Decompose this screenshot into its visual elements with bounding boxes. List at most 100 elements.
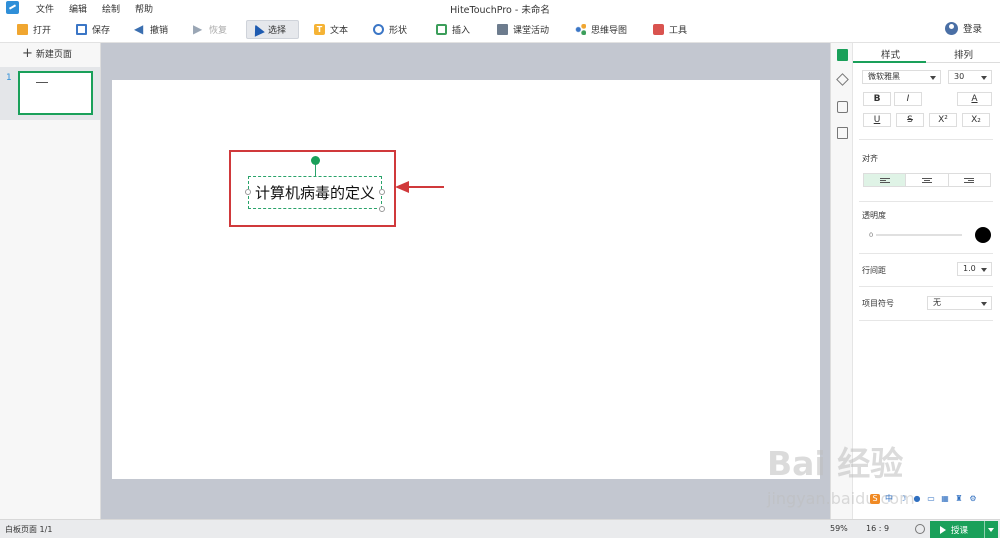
gear-icon[interactable]: ⚙ [968, 494, 978, 504]
new-page-button[interactable]: + 新建页面 [22, 47, 72, 61]
undo-button[interactable]: ◀ 撤销 [129, 20, 173, 39]
resize-handle-bottom-right[interactable] [379, 206, 385, 212]
user-icon [944, 21, 958, 35]
grid-icon[interactable]: ▦ [940, 494, 950, 504]
chevron-down-icon [981, 268, 987, 272]
undo-label: 撤销 [150, 26, 169, 36]
properties-panel: 样式 排列 微软雅黑 30 B I A U S X² X₂ 对齐 透明度 0 行… [853, 43, 1000, 519]
shirt-icon[interactable]: ♜ [954, 494, 964, 504]
canvas-area: 计算机病毒的定义 [101, 43, 830, 519]
resize-handle-left[interactable] [245, 189, 251, 195]
align-center-button[interactable] [906, 174, 949, 186]
chevron-down-icon[interactable] [988, 528, 994, 532]
opacity-label: 透明度 [862, 211, 886, 220]
opacity-slider[interactable] [876, 234, 962, 236]
resize-handle-right[interactable] [379, 189, 385, 195]
whiteboard-canvas[interactable]: 计算机病毒的定义 [112, 80, 820, 479]
bullet-select[interactable]: 无 [927, 296, 992, 310]
chevron-down-icon [930, 76, 936, 80]
font-family-value: 微软雅黑 [868, 72, 900, 81]
insert-icon [436, 24, 447, 35]
moon-icon[interactable]: ☽ [898, 494, 908, 504]
zoom-level[interactable]: 59% [830, 524, 848, 533]
start-class-button[interactable]: 授课 [930, 521, 998, 538]
align-right-button[interactable] [949, 174, 990, 186]
keyboard-icon[interactable]: ▭ [926, 494, 936, 504]
slide-thumbnail[interactable] [18, 71, 93, 115]
shape-label: 形状 [389, 26, 408, 36]
italic-button[interactable]: I [894, 92, 922, 106]
redo-button[interactable]: ▶ 恢复 [188, 20, 232, 39]
bold-button[interactable]: B [863, 92, 891, 106]
insert-label: 插入 [452, 26, 471, 36]
underline-button[interactable]: U [863, 113, 891, 127]
text-icon: T [314, 24, 325, 35]
line-spacing-label: 行间距 [862, 266, 886, 275]
text-button[interactable]: T 文本 [309, 20, 353, 39]
save-label: 保存 [92, 26, 111, 36]
mic-icon[interactable]: ● [912, 494, 922, 504]
open-button[interactable]: 打开 [12, 20, 56, 39]
tools-button[interactable]: 工具 [648, 20, 692, 39]
login-button[interactable]: 登录 [944, 21, 982, 35]
new-page-label: 新建页面 [35, 50, 72, 60]
active-tab-indicator [853, 61, 926, 63]
page-icon[interactable] [837, 101, 848, 113]
properties-tabs: 样式 排列 [853, 43, 1000, 63]
mindmap-button[interactable]: 思维导图 [570, 20, 632, 39]
tools-label: 工具 [669, 26, 688, 36]
text-box-content[interactable]: 计算机病毒的定义 [249, 177, 381, 208]
align-label: 对齐 [862, 154, 878, 163]
classroom-activity-icon [497, 24, 508, 35]
font-size-select[interactable]: 30 [948, 70, 992, 84]
text-color-swatch[interactable] [975, 227, 991, 243]
property-icon-strip [830, 43, 853, 519]
tab-arrange[interactable]: 排列 [954, 47, 973, 61]
annotation-arrow-head [395, 181, 409, 193]
select-label: 选择 [268, 26, 287, 36]
line-spacing-value: 1.0 [963, 264, 976, 273]
undo-icon: ◀ [134, 22, 144, 36]
rotate-handle[interactable] [311, 156, 320, 165]
text-box[interactable]: 计算机病毒的定义 [248, 176, 382, 209]
tab-style[interactable]: 样式 [881, 47, 900, 61]
title-bar: 文件 编辑 绘制 帮助 HiteTouchPro - 未命名 [0, 0, 1000, 16]
slide-number: 1 [6, 73, 12, 83]
bullet-value: 无 [933, 298, 941, 307]
divider [859, 253, 993, 254]
font-family-select[interactable]: 微软雅黑 [862, 70, 941, 84]
strikethrough-button[interactable]: S [896, 113, 924, 127]
line-spacing-select[interactable]: 1.0 [957, 262, 992, 276]
save-button[interactable]: 保存 [71, 20, 115, 39]
font-size-value: 30 [954, 72, 965, 81]
style-panel-icon[interactable] [837, 49, 848, 61]
insert-button[interactable]: 插入 [431, 20, 475, 39]
mindmap-icon [575, 24, 586, 35]
superscript-button[interactable]: X² [929, 113, 957, 127]
ime-mode[interactable]: 中 [884, 494, 894, 504]
folder-icon [17, 24, 28, 35]
thumbnail-text-mark [36, 82, 48, 83]
subscript-button[interactable]: X₂ [962, 113, 990, 127]
ime-logo-icon[interactable]: S [870, 494, 880, 504]
divider [859, 320, 993, 321]
fullscreen-icon[interactable] [915, 524, 925, 534]
archive-icon[interactable] [837, 127, 848, 139]
activity-button[interactable]: 课堂活动 [492, 20, 554, 39]
text-label: 文本 [330, 26, 349, 36]
toolbar: 打开 保存 ◀ 撤销 ▶ 恢复 选择 T 文本 形状 插入 课堂活动 思维导图 … [0, 15, 1000, 43]
font-color-button[interactable]: A [957, 92, 992, 106]
opacity-value: 0 [869, 231, 874, 239]
slide-item[interactable]: 1 [0, 67, 100, 120]
login-label: 登录 [962, 24, 982, 35]
ime-toolbar: S 中 ☽ ● ▭ ▦ ♜ ⚙ [870, 492, 978, 506]
align-left-button[interactable] [864, 174, 907, 186]
activity-label: 课堂活动 [513, 26, 550, 36]
divider [859, 201, 993, 202]
save-icon [76, 24, 87, 35]
toolbox-icon [653, 24, 664, 35]
shape-button[interactable]: 形状 [368, 20, 412, 39]
aspect-ratio[interactable]: 16 : 9 [866, 524, 889, 533]
pin-icon[interactable] [836, 73, 849, 86]
select-button[interactable]: 选择 [246, 20, 299, 39]
